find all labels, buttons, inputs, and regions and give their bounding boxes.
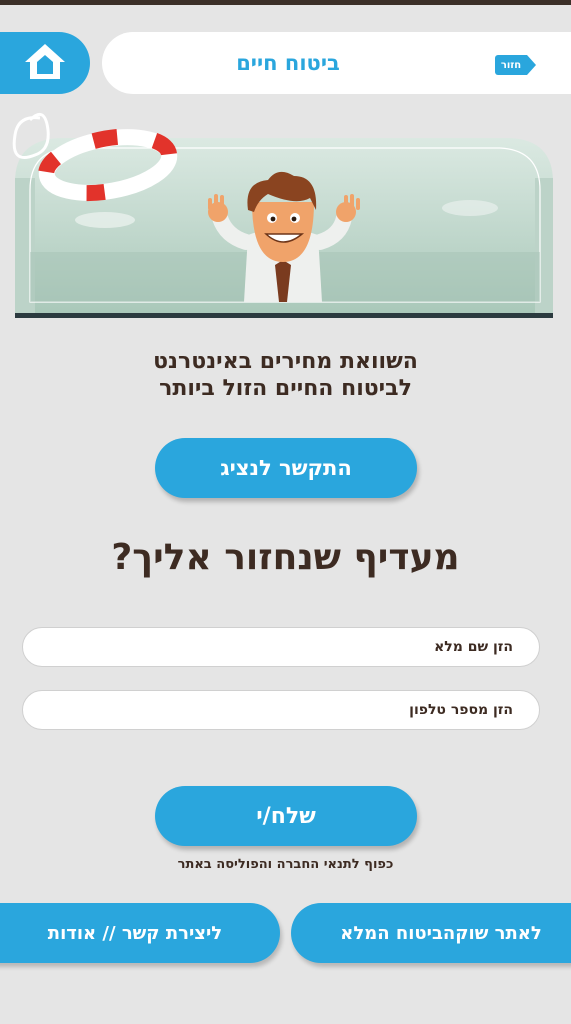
top-border bbox=[0, 0, 571, 5]
back-button[interactable]: חזור bbox=[495, 55, 536, 75]
home-icon bbox=[22, 41, 68, 85]
page-title: ביטוח חיים bbox=[236, 51, 340, 75]
full-name-field[interactable] bbox=[22, 627, 540, 667]
headline-line-2: לביטוח החיים הזול ביותר bbox=[159, 376, 412, 401]
contact-about-button[interactable]: ליצירת קשר // אודות bbox=[0, 903, 280, 963]
home-button[interactable] bbox=[0, 32, 90, 94]
send-button[interactable]: שלח/י bbox=[155, 786, 417, 846]
full-site-button[interactable]: לאתר שוקהביטוח המלא bbox=[291, 903, 571, 963]
headline: השוואת מחירים באינטרנט לביטוח החיים הזול… bbox=[0, 348, 571, 402]
full-name-input[interactable] bbox=[23, 628, 539, 666]
phone-input[interactable] bbox=[23, 691, 539, 729]
call-agent-button[interactable]: התקשר לנציג bbox=[155, 438, 417, 498]
hero-illustration bbox=[0, 110, 571, 322]
headline-line-1: השוואת מחירים באינטרנט bbox=[153, 349, 418, 374]
terms-text: כפוף לתנאי החברה והפוליסה באתר bbox=[177, 857, 394, 872]
phone-field[interactable] bbox=[22, 690, 540, 730]
callback-question: מעדיף שנחזור אליך? bbox=[111, 537, 460, 578]
title-bar: ביטוח חיים חזור bbox=[102, 32, 571, 94]
